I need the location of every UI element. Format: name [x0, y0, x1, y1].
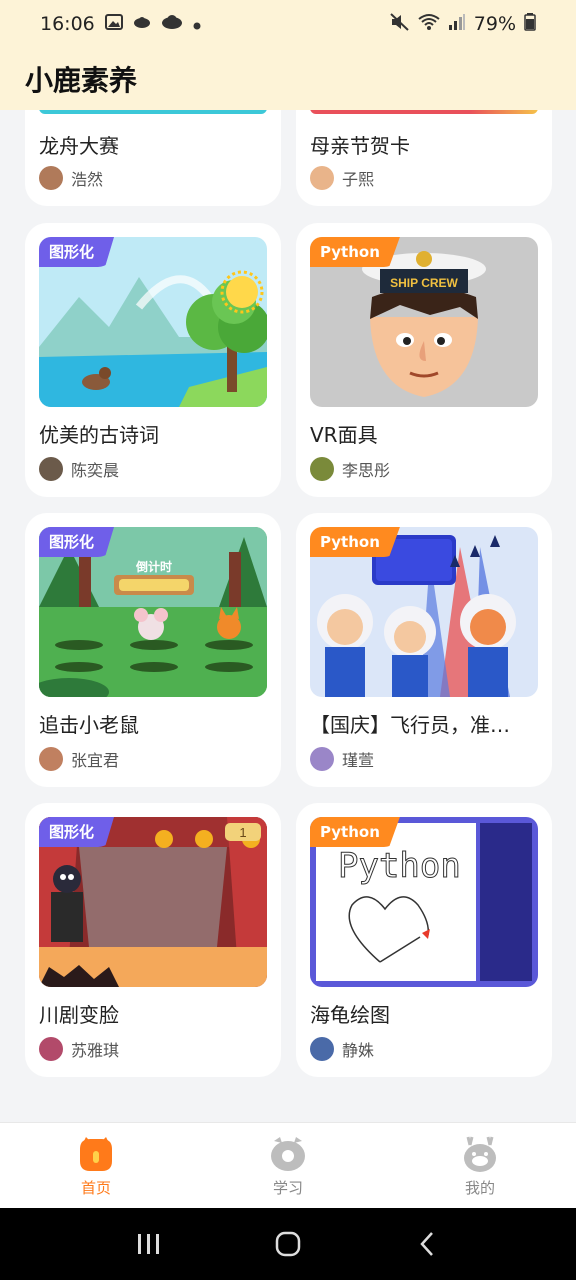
works-grid[interactable]: 龙舟大赛 浩然 母亲节贺卡 子熙 图形化 优美的古诗词 陈奕晨 SHIP CRE… — [0, 110, 576, 1122]
thumbnail-counter: 1 — [239, 825, 246, 840]
work-thumbnail: Python Python — [310, 817, 538, 987]
category-badge: 图形化 — [39, 237, 115, 267]
work-thumbnail: Python — [310, 527, 538, 697]
author-name: 张宜君 — [71, 751, 120, 770]
work-card-turtle-drawing[interactable]: Python Python 海龟绘图 静姝 — [296, 803, 552, 1077]
battery-percent: 79% — [473, 13, 516, 35]
app-notification-icon — [133, 14, 151, 34]
work-card-face-changing[interactable]: 1 图形化 川剧变脸 苏雅琪 — [25, 803, 281, 1077]
work-author: 瑾萱 — [310, 747, 374, 771]
category-badge: Python — [310, 817, 400, 847]
back-icon — [419, 1232, 433, 1256]
home-circle-icon — [275, 1231, 301, 1257]
nav-item-home[interactable]: 首页 — [0, 1123, 192, 1208]
gallery-icon — [104, 14, 123, 34]
nav-label: 我的 — [464, 1179, 495, 1197]
category-badge: Python — [310, 237, 400, 267]
avatar — [39, 457, 63, 481]
work-thumbnail — [39, 110, 267, 114]
avatar — [39, 1037, 63, 1061]
work-thumbnail: SHIP CREW Python — [310, 237, 538, 407]
work-card-mothers-day[interactable]: 母亲节贺卡 子熙 — [296, 110, 552, 206]
author-name: 陈奕晨 — [71, 461, 120, 480]
page-title: 小鹿素养 — [25, 64, 138, 97]
work-title: 优美的古诗词 — [39, 423, 159, 447]
work-card-vr-mask[interactable]: SHIP CREW Python VR面具 李思彤 — [296, 223, 552, 497]
work-author: 李思彤 — [310, 457, 390, 481]
system-nav-bar — [0, 1208, 576, 1280]
work-thumbnail — [310, 110, 538, 114]
work-title: 母亲节贺卡 — [310, 134, 410, 158]
work-card-mouse-chase[interactable]: 倒计时 图形化 追击小老鼠 张宜君 — [25, 513, 281, 787]
avatar — [39, 747, 63, 771]
nav-item-study[interactable]: 学习 — [192, 1123, 384, 1208]
status-time: 16:06 — [40, 13, 95, 35]
recent-apps-icon — [138, 1234, 160, 1254]
work-author: 苏雅琪 — [39, 1037, 119, 1061]
dot-icon — [193, 15, 201, 34]
turtle-canvas-text: Python — [338, 846, 461, 886]
svg-text:SHIP CREW: SHIP CREW — [390, 276, 458, 290]
work-card-poem[interactable]: 图形化 优美的古诗词 陈奕晨 — [25, 223, 281, 497]
work-title: VR面具 — [310, 423, 378, 447]
signal-icon — [448, 13, 466, 36]
work-author: 浩然 — [39, 166, 103, 190]
nav-label: 学习 — [272, 1179, 303, 1197]
avatar — [310, 747, 334, 771]
category-badge: 图形化 — [39, 527, 115, 557]
work-author: 静姝 — [310, 1037, 374, 1061]
nav-item-profile[interactable]: 我的 — [384, 1123, 576, 1208]
avatar — [310, 457, 334, 481]
work-title: 龙舟大赛 — [39, 134, 119, 158]
study-icon — [271, 1137, 305, 1171]
home-icon — [80, 1137, 112, 1171]
avatar — [310, 166, 334, 190]
back-button[interactable] — [407, 1224, 447, 1264]
work-author: 子熙 — [310, 166, 374, 190]
nav-label: 首页 — [80, 1179, 111, 1197]
recent-apps-button[interactable] — [129, 1224, 169, 1264]
work-card-dragon-boat[interactable]: 龙舟大赛 浩然 — [25, 110, 281, 206]
work-title: 川剧变脸 — [39, 1003, 119, 1027]
work-title: 追击小老鼠 — [39, 713, 139, 737]
work-author: 张宜君 — [39, 747, 119, 771]
cloud-icon — [161, 14, 183, 34]
author-name: 李思彤 — [342, 461, 391, 480]
battery-icon — [524, 12, 536, 36]
mute-icon — [390, 12, 410, 36]
profile-icon — [464, 1136, 496, 1172]
category-badge: Python — [310, 527, 400, 557]
work-thumbnail: 图形化 — [39, 237, 267, 407]
work-title: 【国庆】飞行员，准… — [310, 713, 510, 737]
home-button[interactable] — [268, 1224, 308, 1264]
avatar — [39, 166, 63, 190]
work-author: 陈奕晨 — [39, 457, 119, 481]
work-title: 海龟绘图 — [310, 1003, 390, 1027]
avatar — [310, 1037, 334, 1061]
work-thumbnail: 1 图形化 — [39, 817, 267, 987]
author-name: 静姝 — [342, 1041, 375, 1060]
author-name: 子熙 — [342, 170, 375, 189]
author-name: 瑾萱 — [342, 751, 375, 770]
bottom-nav: 首页 学习 我的 — [0, 1122, 576, 1208]
category-badge: 图形化 — [39, 817, 115, 847]
countdown-label: 倒计时 — [135, 559, 172, 574]
work-thumbnail: 倒计时 图形化 — [39, 527, 267, 697]
author-name: 苏雅琪 — [71, 1041, 120, 1060]
author-name: 浩然 — [71, 170, 104, 189]
app-header: 小鹿素养 — [0, 48, 576, 110]
status-bar: 16:06 79% — [0, 0, 576, 48]
wifi-icon — [418, 13, 440, 36]
work-card-national-day-pilot[interactable]: Python 【国庆】飞行员，准… 瑾萱 — [296, 513, 552, 787]
